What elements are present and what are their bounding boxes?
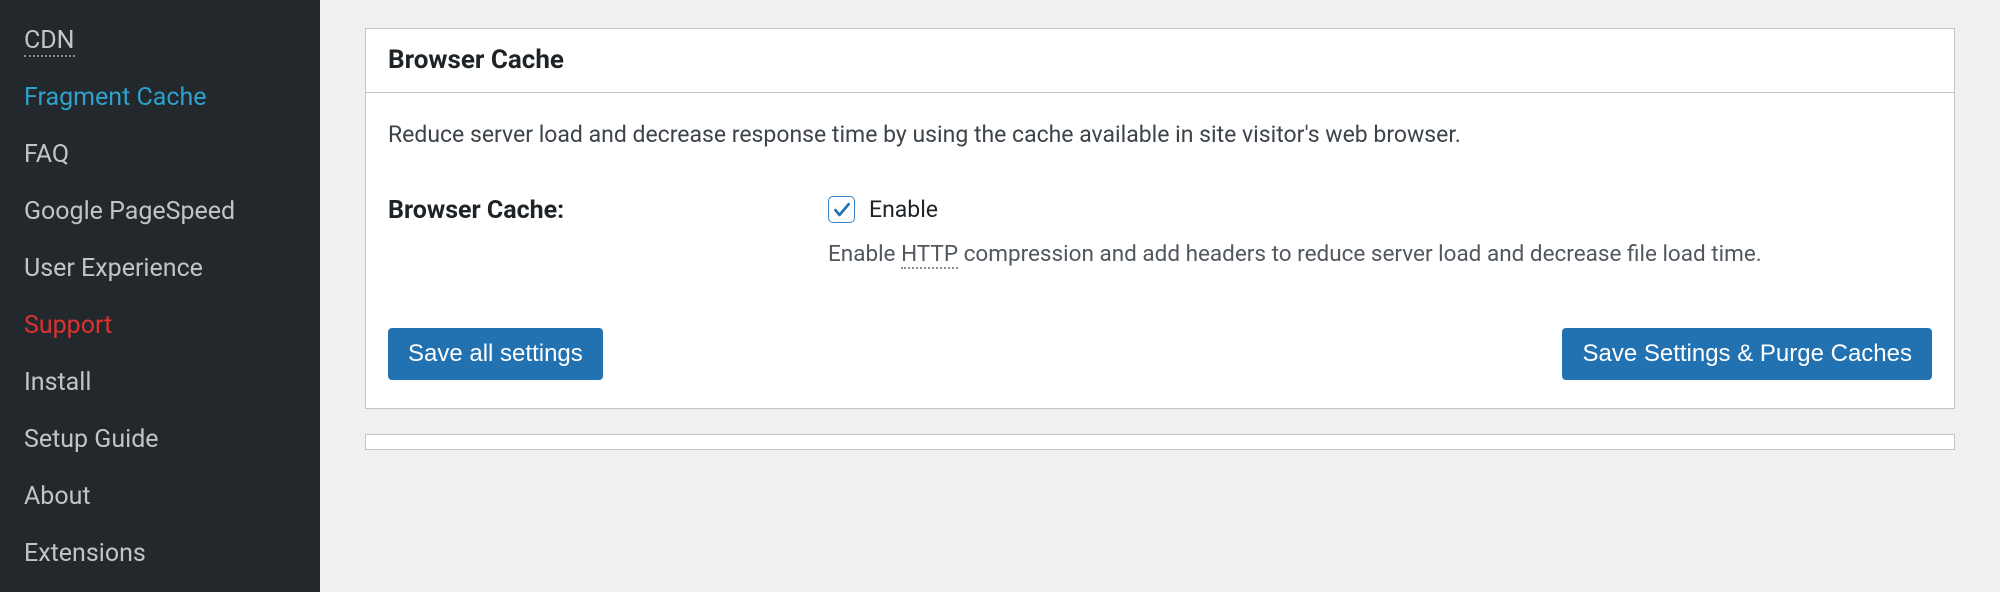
sidebar-item-label: Fragment Cache xyxy=(24,83,206,112)
checkbox-label: Enable xyxy=(869,196,938,223)
sidebar: CDN Fragment Cache FAQ Google PageSpeed … xyxy=(0,0,320,592)
sidebar-item-install[interactable]: Install xyxy=(0,354,320,411)
sidebar-item-label: User Experience xyxy=(24,254,203,283)
save-all-settings-button[interactable]: Save all settings xyxy=(388,328,603,380)
sidebar-item-fragment-cache[interactable]: Fragment Cache xyxy=(0,69,320,126)
sidebar-item-label: Google PageSpeed xyxy=(24,197,235,226)
panel-title: Browser Cache xyxy=(388,45,1932,75)
sidebar-item-faq[interactable]: FAQ xyxy=(0,126,320,183)
sidebar-item-label: Support xyxy=(24,311,112,340)
main-content: Browser Cache Reduce server load and dec… xyxy=(320,0,2000,592)
sidebar-item-setup-guide[interactable]: Setup Guide xyxy=(0,411,320,468)
checkbox-line: Enable xyxy=(828,196,1932,223)
enable-checkbox[interactable] xyxy=(828,196,855,223)
sidebar-item-about[interactable]: About xyxy=(0,468,320,525)
sidebar-item-extensions[interactable]: Extensions xyxy=(0,525,320,582)
sidebar-item-google-pagespeed[interactable]: Google PageSpeed xyxy=(0,183,320,240)
next-panel xyxy=(365,434,1955,450)
sidebar-item-cdn[interactable]: CDN xyxy=(0,12,320,69)
panel-body: Reduce server load and decrease response… xyxy=(366,93,1954,408)
sidebar-item-label: CDN xyxy=(24,26,75,57)
sidebar-item-label: Install xyxy=(24,368,91,397)
panel-header: Browser Cache xyxy=(366,29,1954,93)
sidebar-item-label: FAQ xyxy=(24,140,69,169)
sidebar-item-support[interactable]: Support xyxy=(0,297,320,354)
save-settings-purge-caches-button[interactable]: Save Settings & Purge Caches xyxy=(1562,328,1932,380)
setting-row: Browser Cache: Enable Enable HTTP compre… xyxy=(388,196,1932,272)
browser-cache-panel: Browser Cache Reduce server load and dec… xyxy=(365,28,1955,409)
sidebar-item-label: About xyxy=(24,482,91,511)
setting-content: Enable Enable HTTP compression and add h… xyxy=(828,196,1932,272)
sidebar-item-user-experience[interactable]: User Experience xyxy=(0,240,320,297)
sidebar-item-label: Setup Guide xyxy=(24,425,159,454)
panel-description: Reduce server load and decrease response… xyxy=(388,119,1932,150)
help-text: Enable HTTP compression and add headers … xyxy=(828,237,1932,272)
sidebar-item-label: Extensions xyxy=(24,539,146,568)
http-abbr: HTTP xyxy=(901,241,958,269)
button-row: Save all settings Save Settings & Purge … xyxy=(388,328,1932,380)
check-icon xyxy=(832,200,852,220)
setting-label: Browser Cache: xyxy=(388,196,828,272)
